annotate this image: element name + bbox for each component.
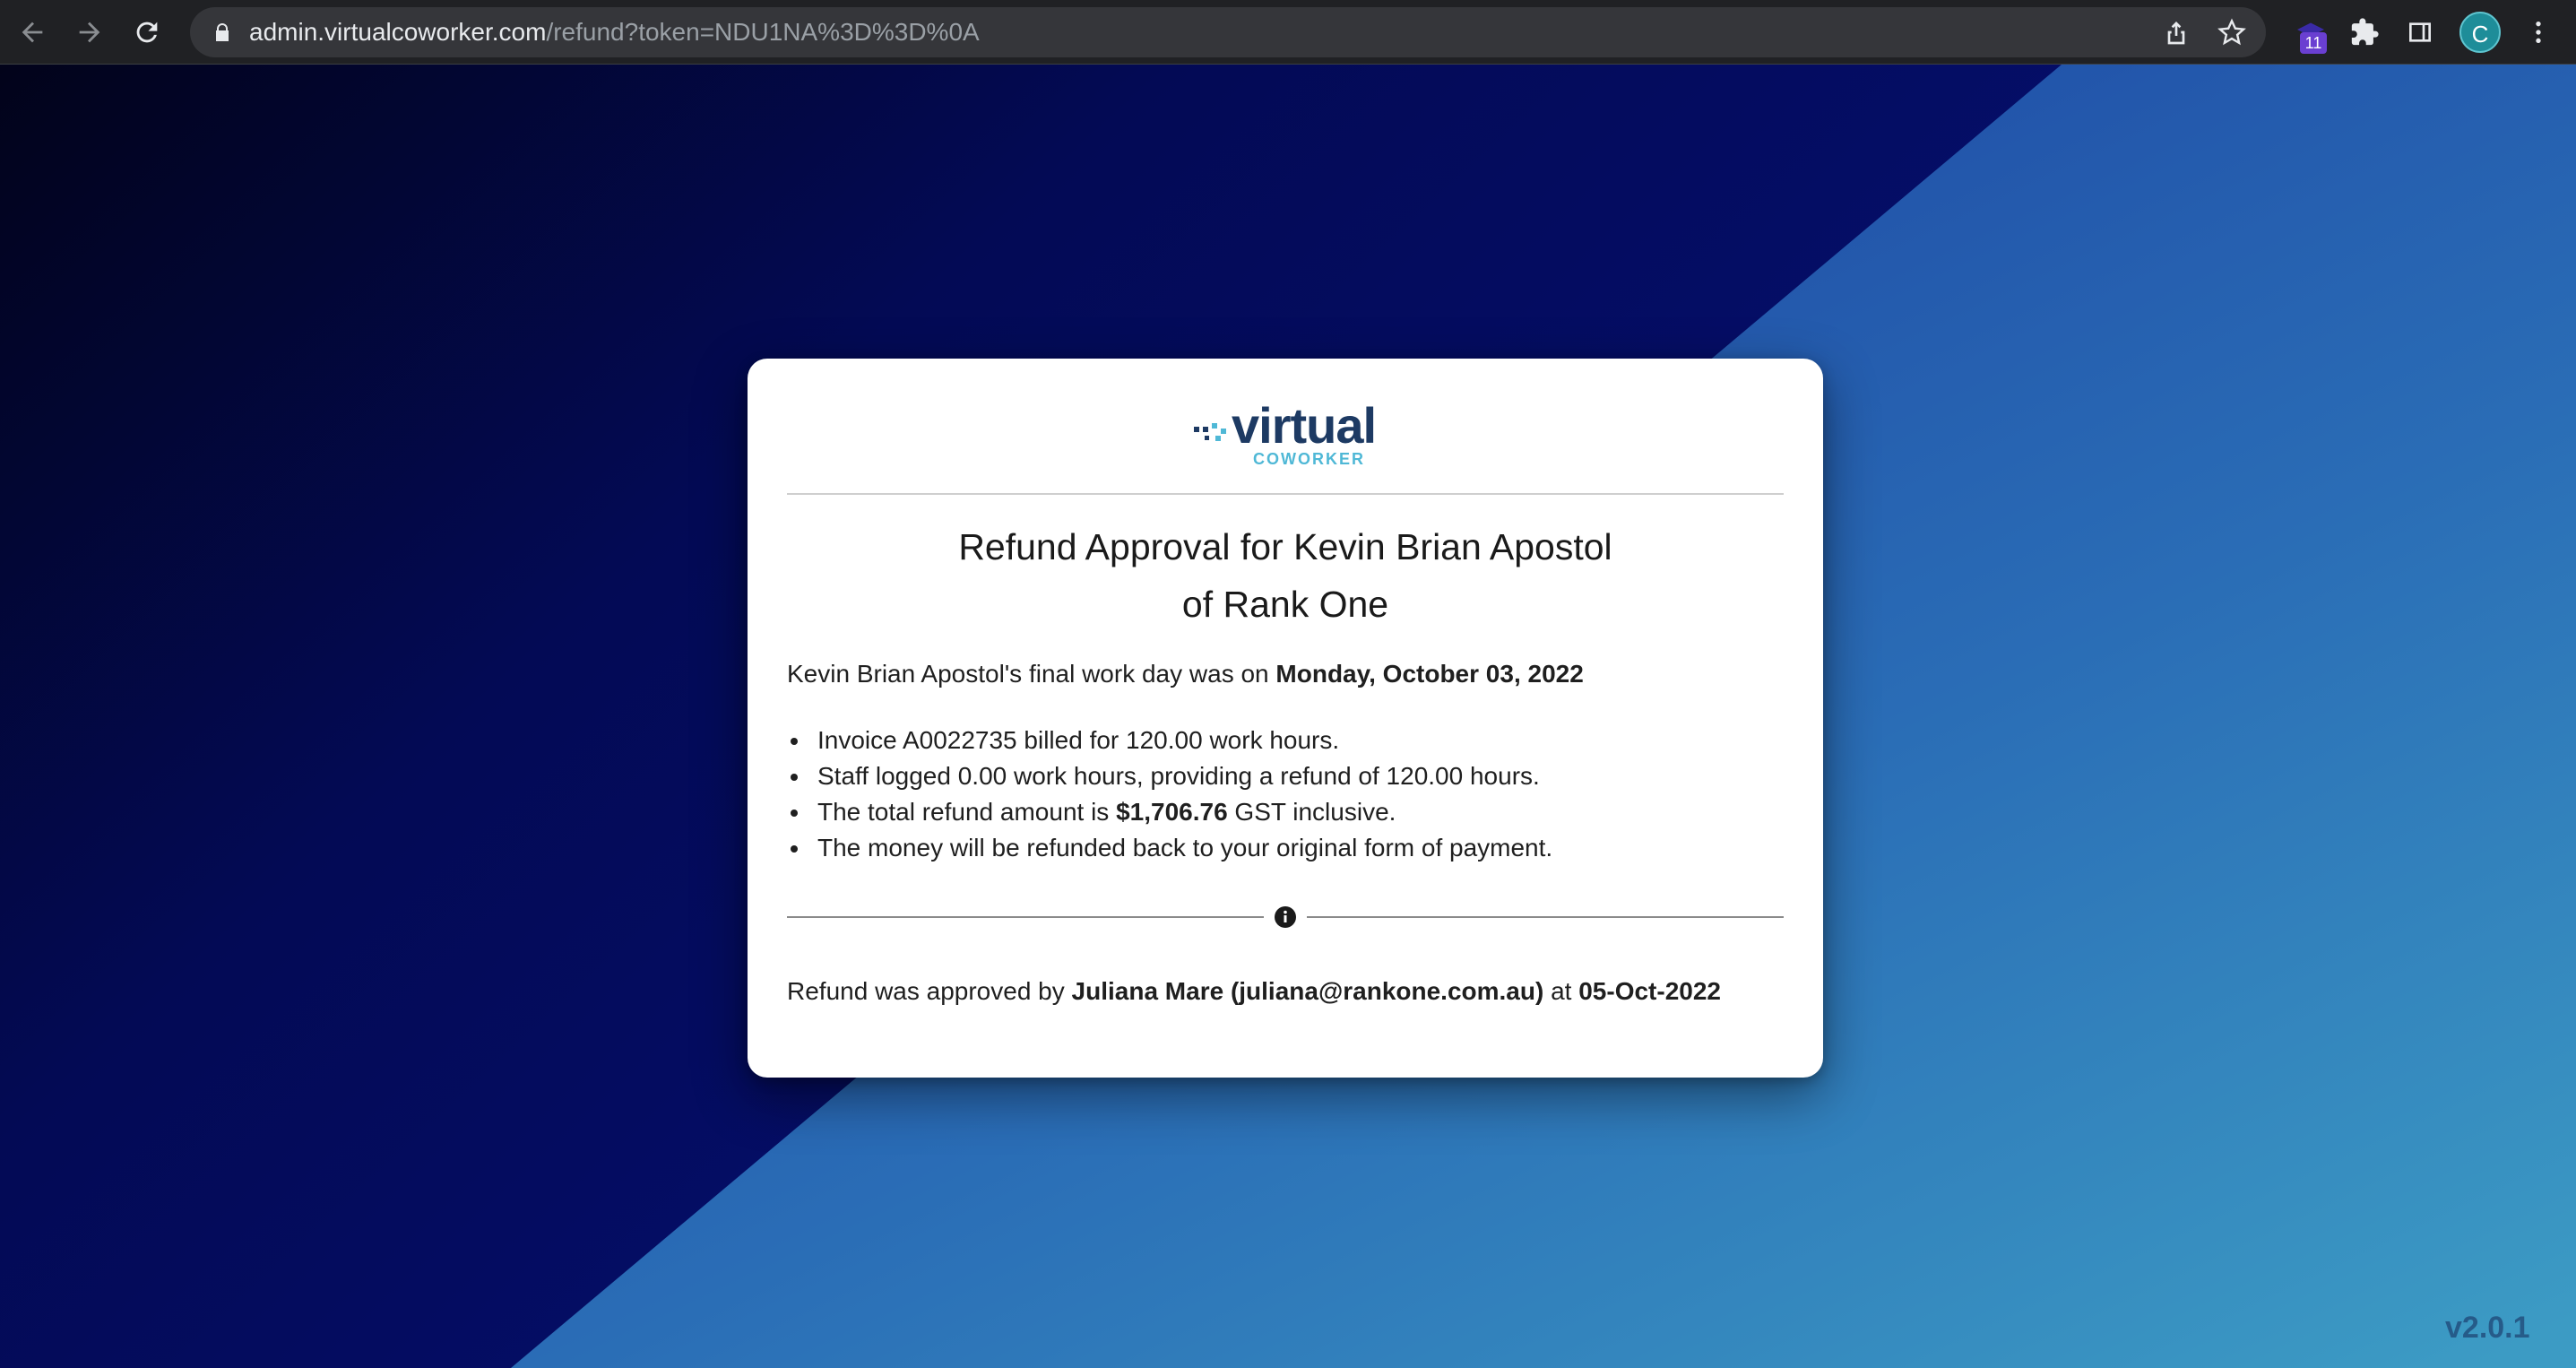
- kebab-menu-icon: [2536, 22, 2541, 43]
- approval-date: 05-Oct-2022: [1578, 977, 1721, 1005]
- approval-statement: Refund was approved by Juliana Mare (jul…: [787, 977, 1721, 1006]
- logo-subtitle: COWORKER: [1253, 450, 1365, 468]
- title-line-2: of Rank One: [1181, 584, 1389, 625]
- share-icon[interactable]: [2162, 18, 2191, 47]
- info-divider-left: [787, 916, 1264, 918]
- list-item-invoice: Invoice A0022735 billed for 120.00 work …: [787, 723, 1791, 758]
- url-path: /refund?token=NDU1NA%3D%3D%0A: [546, 18, 980, 46]
- back-button[interactable]: [13, 13, 52, 52]
- approval-prefix: Refund was approved by: [787, 977, 1072, 1005]
- refund-details-list: Invoice A0022735 billed for 120.00 work …: [787, 723, 1791, 866]
- forward-button[interactable]: [70, 13, 109, 52]
- address-bar[interactable]: admin.virtualcoworker.com/refund?token=N…: [190, 7, 2266, 57]
- extensions-button[interactable]: [2347, 14, 2382, 50]
- version-label: v2.0.1: [2445, 1311, 2530, 1345]
- final-day-date: Monday, October 03, 2022: [1275, 660, 1584, 688]
- browser-toolbar: admin.virtualcoworker.com/refund?token=N…: [0, 0, 2576, 65]
- puzzle-icon: [2351, 18, 2379, 46]
- virtual-coworker-logo: virtual COWORKER: [1192, 397, 1384, 468]
- side-panel-icon: [2409, 22, 2431, 42]
- total-prefix: The total refund amount is: [817, 798, 1117, 826]
- chrome-menu-button[interactable]: [2520, 14, 2556, 50]
- total-suffix: GST inclusive.: [1227, 798, 1396, 826]
- back-icon: [22, 22, 43, 43]
- list-item-total-refund: The total refund amount is $1,706.76 GST…: [787, 794, 1791, 830]
- lock-icon[interactable]: [212, 22, 233, 43]
- side-panel-button[interactable]: [2402, 14, 2438, 50]
- star-icon[interactable]: [2217, 18, 2246, 47]
- reload-button[interactable]: [127, 13, 167, 52]
- final-day-prefix: Kevin Brian Apostol's final work day was…: [787, 660, 1276, 688]
- reload-icon: [136, 22, 158, 43]
- total-amount: $1,706.76: [1116, 798, 1228, 826]
- refund-card: virtual COWORKER Refund Approval for Kev…: [748, 359, 1823, 1078]
- info-icon: [1275, 906, 1296, 928]
- page-title: Refund Approval for Kevin Brian Apostol …: [748, 518, 1823, 633]
- url-text[interactable]: admin.virtualcoworker.com/refund?token=N…: [249, 7, 980, 57]
- profile-avatar[interactable]: C: [2459, 12, 2501, 53]
- approver-name: Juliana Mare (juliana@rankone.com.au): [1071, 977, 1544, 1005]
- extension-badge: 11: [2300, 32, 2327, 54]
- list-item-staff-logged: Staff logged 0.00 work hours, providing …: [787, 758, 1791, 794]
- list-item-money-back: The money will be refunded back to your …: [787, 830, 1791, 866]
- url-host: admin.virtualcoworker.com: [249, 18, 547, 46]
- logo-wordmark: virtual: [1232, 397, 1377, 454]
- final-work-day: Kevin Brian Apostol's final work day was…: [787, 660, 1584, 688]
- logo-dots-icon: [1194, 423, 1226, 441]
- header-divider: [787, 493, 1784, 495]
- approval-mid: at: [1543, 977, 1579, 1005]
- title-line-1: Refund Approval for Kevin Brian Apostol: [958, 526, 1612, 567]
- info-divider-right: [1307, 916, 1784, 918]
- forward-icon: [79, 22, 100, 43]
